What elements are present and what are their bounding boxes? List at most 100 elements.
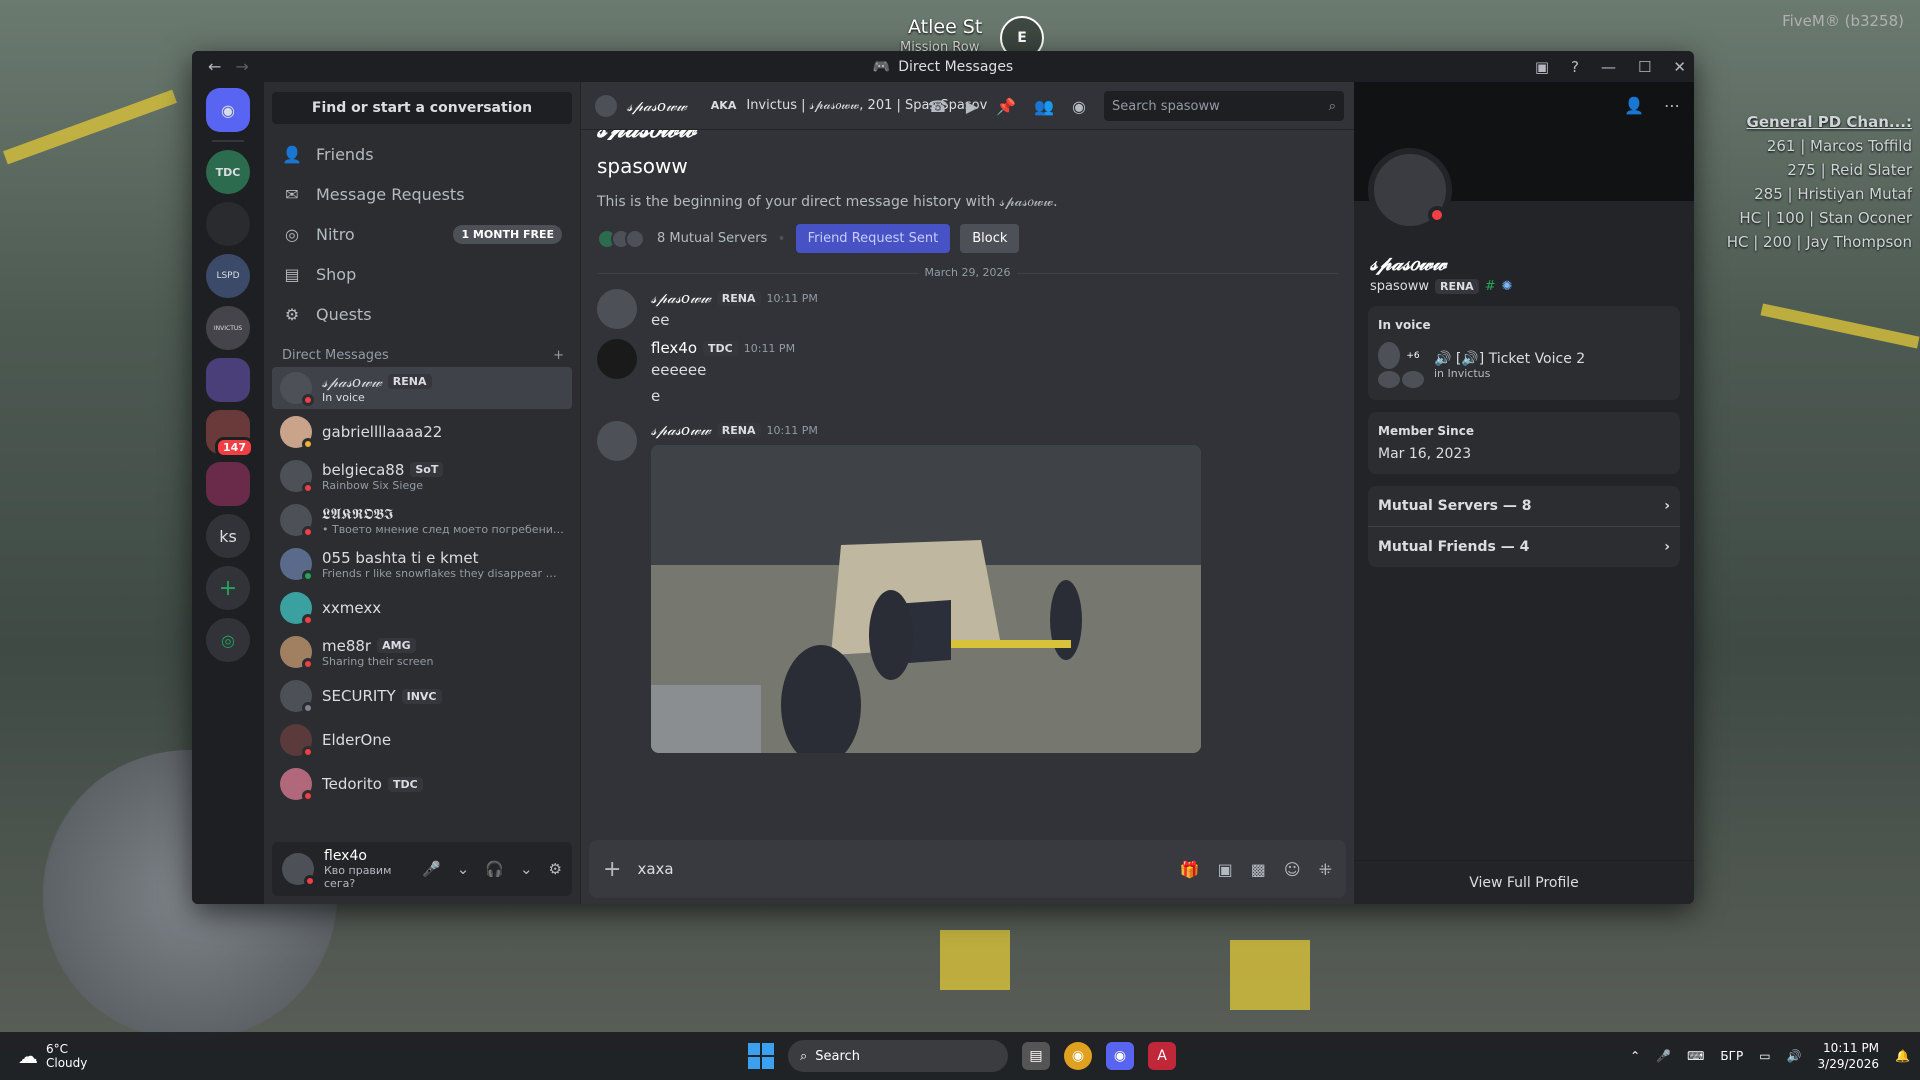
server-icon-ks[interactable]: ks bbox=[206, 514, 250, 558]
dm-item[interactable]: Tedorito TDC bbox=[272, 763, 572, 805]
friend-request-sent-button[interactable]: Friend Request Sent bbox=[795, 224, 951, 253]
cloud-icon: ☁ bbox=[18, 1044, 38, 1068]
acrobat-icon[interactable]: A bbox=[1148, 1042, 1176, 1070]
dm-item[interactable]: 055 bashta ti e kmet Friends r like snowf… bbox=[272, 543, 572, 585]
dm-item[interactable]: 𝓈𝓅𝒶𝓈𝑜𝓌𝓌 RENA In voice bbox=[272, 367, 572, 409]
discover-icon[interactable]: ◎ bbox=[206, 618, 250, 662]
dm-item[interactable]: 𝕷𝕬𝕶𝕽𝕺𝕭𝕴 • Твоето мнение след моето погреб… bbox=[272, 499, 572, 541]
nav-label: Quests bbox=[316, 304, 372, 324]
message-author[interactable]: 𝓈𝓅𝒶𝓈𝑜𝓌𝓌 bbox=[651, 289, 711, 307]
forward-arrow-icon[interactable]: → bbox=[235, 57, 248, 76]
dm-item[interactable]: SECURITY INVC bbox=[272, 675, 572, 717]
server-icon[interactable] bbox=[206, 202, 250, 246]
voice-participants: +6 bbox=[1378, 342, 1424, 388]
chevron-up-icon[interactable]: ⌃ bbox=[1630, 1049, 1640, 1063]
more-options-icon[interactable]: ⋯ bbox=[1664, 96, 1680, 115]
dm-item[interactable]: belgieca88 SoT Rainbow Six Siege bbox=[272, 455, 572, 497]
dm-item[interactable]: me88r AMG Sharing their screen bbox=[272, 631, 572, 673]
dm-item[interactable]: xxmexx bbox=[272, 587, 572, 629]
attach-plus-icon[interactable]: + bbox=[603, 857, 621, 882]
clock[interactable]: 10:11 PM 3/29/2026 bbox=[1818, 1040, 1880, 1072]
dm-name: belgieca88 bbox=[322, 460, 405, 479]
hud-street-name: Atlee St bbox=[908, 16, 983, 38]
server-icon[interactable]: LSPD bbox=[206, 254, 250, 298]
in-voice-card[interactable]: In voice +6 🔊 [🔊] Ticket Voice 2 in Invi… bbox=[1368, 306, 1680, 400]
inbox-icon[interactable]: ▣ bbox=[1535, 58, 1549, 76]
member-since-date: Mar 16, 2023 bbox=[1378, 446, 1472, 462]
nav-shop[interactable]: ▤ Shop bbox=[272, 254, 572, 294]
weather-widget[interactable]: ☁ 6°C Cloudy bbox=[18, 1042, 87, 1070]
message-text: eeeeee bbox=[651, 361, 707, 379]
message-author[interactable]: flex4o bbox=[651, 339, 697, 357]
file-explorer-icon[interactable]: ▤ bbox=[1022, 1042, 1050, 1070]
message: flex4o TDC 10:11 PM eeeeee e bbox=[581, 331, 1354, 407]
guild-tag: RENA bbox=[1434, 279, 1479, 294]
mutual-friends-row[interactable]: Mutual Friends — 4 › bbox=[1368, 527, 1680, 567]
help-icon[interactable]: ? bbox=[1571, 58, 1579, 76]
taskbar-search[interactable]: ⌕ Search bbox=[788, 1040, 1008, 1072]
add-server-icon[interactable]: + bbox=[206, 566, 250, 610]
dm-item[interactable]: gabriellllaaaa22 bbox=[272, 411, 572, 453]
maximize-button[interactable]: ☐ bbox=[1638, 58, 1651, 76]
create-dm-icon[interactable]: + bbox=[553, 348, 564, 363]
view-full-profile-button[interactable]: View Full Profile bbox=[1354, 860, 1694, 904]
dm-name: 055 bashta ti e kmet bbox=[322, 548, 479, 567]
microphone-icon[interactable]: 🎤 bbox=[422, 860, 441, 878]
headphones-icon[interactable]: 🎧 bbox=[485, 860, 504, 878]
network-icon[interactable]: ▭ bbox=[1759, 1049, 1770, 1063]
phone-call-icon[interactable]: ☎ bbox=[928, 97, 948, 116]
avatar[interactable] bbox=[597, 289, 637, 329]
chrome-icon[interactable]: ◉ bbox=[1064, 1042, 1092, 1070]
pin-icon[interactable]: 📌 bbox=[996, 97, 1016, 116]
settings-gear-icon[interactable]: ⚙ bbox=[549, 860, 562, 878]
chevron-down-icon[interactable]: ⌄ bbox=[457, 860, 470, 878]
avatar[interactable] bbox=[282, 853, 316, 887]
start-button[interactable] bbox=[748, 1043, 774, 1069]
dm-item[interactable]: ElderOne bbox=[272, 719, 572, 761]
language-indicator[interactable]: БГР bbox=[1720, 1049, 1743, 1063]
video-call-icon[interactable]: ▶ bbox=[966, 97, 978, 116]
server-folder[interactable]: 147 bbox=[206, 410, 254, 458]
sticker-icon[interactable]: ▩ bbox=[1251, 860, 1266, 879]
mutual-servers-row[interactable]: Mutual Servers — 8 › bbox=[1368, 486, 1680, 527]
server-folder[interactable] bbox=[206, 358, 250, 402]
volume-icon[interactable]: 🔊 bbox=[1787, 1049, 1802, 1063]
search-input[interactable]: Search spasoww ⌕ bbox=[1104, 91, 1344, 121]
find-conversation-button[interactable]: Find or start a conversation bbox=[272, 92, 572, 124]
server-folder[interactable] bbox=[206, 462, 250, 506]
add-friend-icon[interactable]: 👤 bbox=[1624, 96, 1644, 115]
nav-message-requests[interactable]: ✉ Message Requests bbox=[272, 174, 572, 214]
nav-friends[interactable]: 👤 Friends bbox=[272, 134, 572, 174]
server-icon[interactable]: INVICTUS bbox=[206, 306, 250, 350]
gif-icon[interactable]: ▣ bbox=[1218, 860, 1233, 879]
keyboard-icon[interactable]: ⌨ bbox=[1687, 1049, 1704, 1063]
back-arrow-icon[interactable]: ← bbox=[208, 57, 221, 76]
profile-avatar[interactable] bbox=[1368, 148, 1452, 232]
chevron-down-icon[interactable]: ⌄ bbox=[520, 860, 533, 878]
minimize-button[interactable]: — bbox=[1601, 58, 1616, 76]
microphone-icon[interactable]: 🎤 bbox=[1656, 1049, 1671, 1063]
home-button[interactable]: ◉ bbox=[206, 88, 250, 132]
nav-quests[interactable]: ⚙ Quests bbox=[272, 294, 572, 334]
notifications-icon[interactable]: 🔔 bbox=[1895, 1049, 1910, 1063]
apps-icon[interactable]: ⁜ bbox=[1319, 860, 1332, 879]
emoji-icon[interactable]: ☺ bbox=[1284, 860, 1301, 879]
close-button[interactable]: ✕ bbox=[1673, 58, 1686, 76]
status-dot bbox=[302, 394, 314, 406]
image-attachment[interactable] bbox=[651, 445, 1201, 753]
avatar[interactable] bbox=[597, 339, 637, 379]
add-friends-dm-icon[interactable]: 👥 bbox=[1034, 97, 1054, 116]
nav-nitro[interactable]: ◎ Nitro 1 MONTH FREE bbox=[272, 214, 572, 254]
message-input[interactable] bbox=[637, 860, 1164, 878]
discord-taskbar-icon[interactable]: ◉ bbox=[1106, 1042, 1134, 1070]
message-author[interactable]: 𝓈𝓅𝒶𝓈𝑜𝓌𝓌 bbox=[651, 421, 711, 439]
status-dot bbox=[304, 875, 316, 887]
block-button[interactable]: Block bbox=[960, 224, 1020, 253]
user-profile-icon[interactable]: ◉ bbox=[1072, 97, 1086, 116]
gift-icon[interactable]: 🎁 bbox=[1180, 860, 1200, 879]
server-icon[interactable]: TDC bbox=[206, 150, 250, 194]
avatar[interactable] bbox=[597, 421, 637, 461]
mutual-servers-link[interactable]: 8 Mutual Servers bbox=[657, 231, 767, 246]
avatar bbox=[280, 680, 314, 714]
pd-channel-entry: 275 | Reid Slater bbox=[1787, 161, 1912, 179]
